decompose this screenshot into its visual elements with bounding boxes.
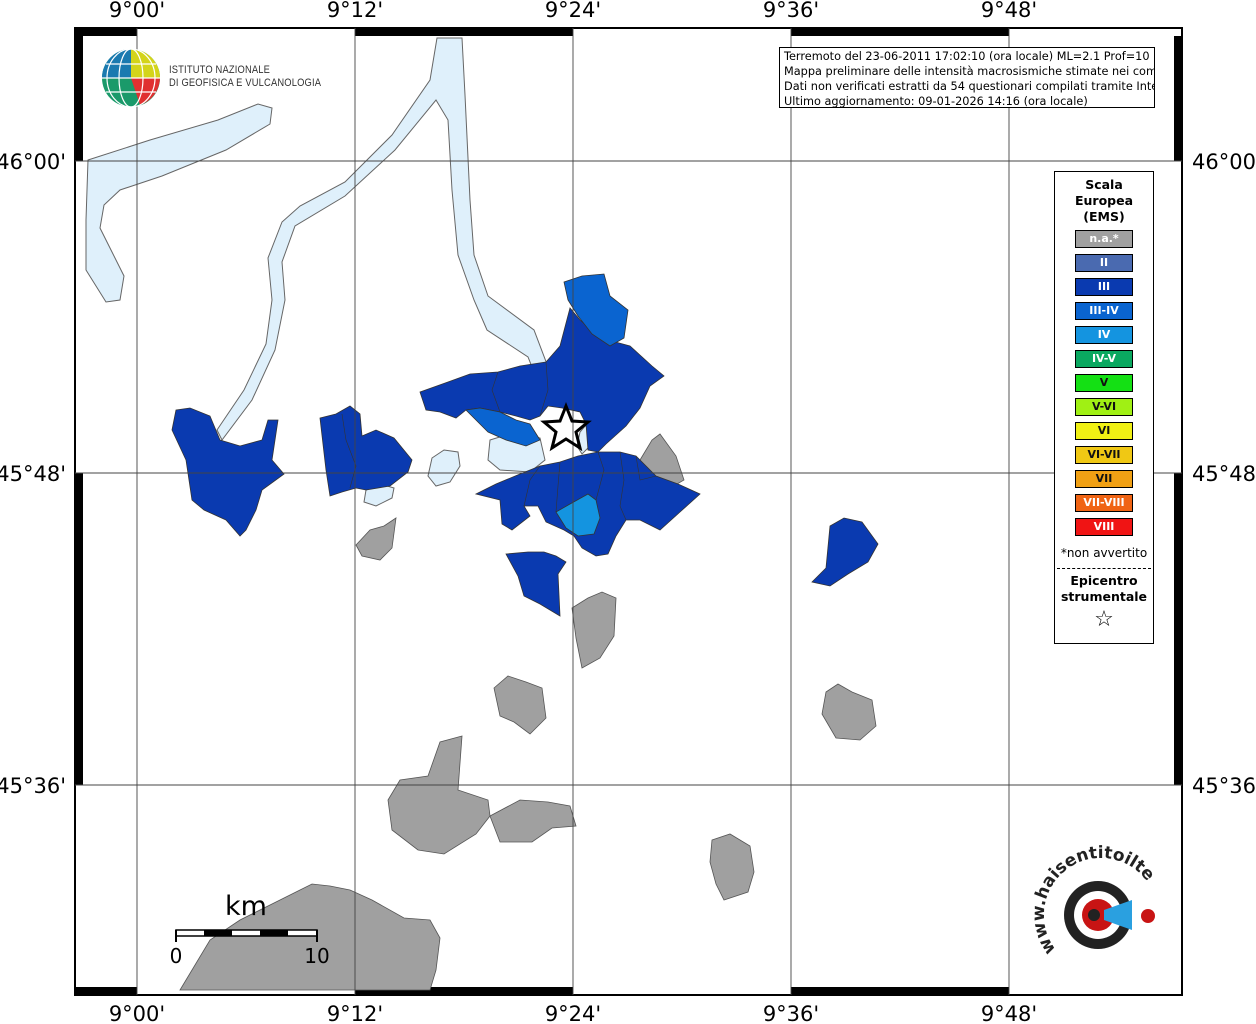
legend-epicenter-label: Epicentro strumentale xyxy=(1055,573,1153,605)
scale-unit: km xyxy=(225,891,267,922)
legend-swatch-vi-vii: VI-VII xyxy=(1075,446,1133,464)
legend-swatch-iv: IV xyxy=(1075,326,1133,344)
legend-swatch-v-vi: V-VI xyxy=(1075,398,1133,416)
lat-label-left-0: 46°00' xyxy=(0,150,66,174)
lon-label-top-4: 9°48' xyxy=(981,0,1037,22)
event-info-line4: Ultimo aggiornamento: 09-01-2026 14:16 (… xyxy=(784,95,1088,108)
ingv-logo-icon xyxy=(102,48,160,108)
legend-swatch-iii: III xyxy=(1075,278,1133,296)
legend-swatch-ii: II xyxy=(1075,254,1133,272)
legend-swatch-vii-viii: VII-VIII xyxy=(1075,494,1133,512)
ingv-name-line2: DI GEOFISICA E VULCANOLOGIA xyxy=(169,77,322,89)
lon-label-bottom-1: 9°12' xyxy=(327,1002,383,1024)
legend-swatch-na: n.a.* xyxy=(1075,230,1133,248)
legend-title-line2: Europea xyxy=(1074,193,1134,208)
scale-min: 0 xyxy=(170,944,183,968)
legend-title: Scala Europea (EMS) xyxy=(1055,177,1153,225)
longitude-labels-bottom: 9°00' 9°12' 9°24' 9°36' 9°48' xyxy=(109,1002,1037,1024)
lat-label-left-2: 45°36' xyxy=(0,774,66,798)
lat-label-right-2: 45°36' xyxy=(1192,774,1256,798)
ingv-name-line1: ISTITUTO NAZIONALE xyxy=(169,64,271,76)
lat-label-right-0: 46°00' xyxy=(1192,150,1256,174)
event-info-line2: Mappa preliminare delle intensità macros… xyxy=(784,65,1155,78)
lon-label-bottom-3: 9°36' xyxy=(763,1002,819,1024)
latitude-labels-left: 46°00' 45°48' 45°36' xyxy=(0,150,66,798)
latitude-labels-right: 46°00' 45°48' 45°36' xyxy=(1192,150,1256,798)
lon-label-bottom-4: 9°48' xyxy=(981,1002,1037,1024)
event-info-box: Terremoto del 23-06-2011 17:02:10 (ora l… xyxy=(779,47,1155,108)
legend-swatch-iv-v: IV-V xyxy=(1075,350,1133,368)
lon-label-top-0: 9°00' xyxy=(109,0,165,22)
legend-epicenter-line1: Epicentro xyxy=(1070,573,1138,588)
legend-divider xyxy=(1057,568,1151,569)
event-info-line1: Terremoto del 23-06-2011 17:02:10 (ora l… xyxy=(784,50,1155,63)
legend-title-line3: (EMS) xyxy=(1083,209,1125,224)
legend-swatch-iii-iv: III-IV xyxy=(1075,302,1133,320)
longitude-labels-top: 9°00' 9°12' 9°24' 9°36' 9°48' xyxy=(109,0,1037,22)
lon-label-bottom-0: 9°00' xyxy=(109,1002,165,1024)
legend-note: *non avvertito xyxy=(1060,546,1148,560)
scale-max: 10 xyxy=(304,944,329,968)
event-info-line3: Dati non verificati estratti da 54 quest… xyxy=(784,80,1155,93)
legend-swatch-vii: VII xyxy=(1075,470,1133,488)
ingv-name: ISTITUTO NAZIONALE DI GEOFISICA E VULCAN… xyxy=(169,64,321,90)
ems-legend: Scala Europea (EMS) n.a.* II III III-IV … xyxy=(1054,171,1154,644)
legend-swatch-viii: VIII xyxy=(1075,518,1133,536)
lat-label-right-1: 45°48' xyxy=(1192,462,1256,486)
lon-label-top-1: 9°12' xyxy=(327,0,383,22)
legend-star-icon: ☆ xyxy=(1094,607,1114,632)
lat-label-left-1: 45°48' xyxy=(0,462,66,486)
legend-epicenter-line2: strumentale xyxy=(1060,589,1148,604)
legend-title-line1: Scala xyxy=(1085,177,1123,192)
legend-swatch-v: V xyxy=(1075,374,1133,392)
lon-label-top-2: 9°24' xyxy=(545,0,601,22)
lon-label-bottom-2: 9°24' xyxy=(545,1002,601,1024)
lon-label-top-3: 9°36' xyxy=(763,0,819,22)
legend-swatch-vi: VI xyxy=(1075,422,1133,440)
